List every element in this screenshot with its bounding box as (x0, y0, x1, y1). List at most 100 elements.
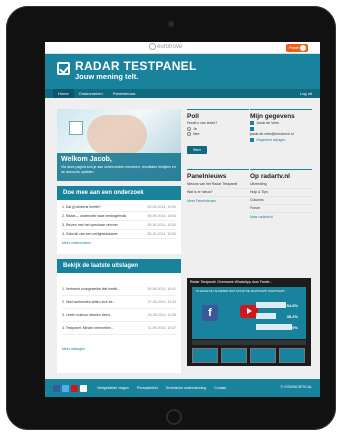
welcome-title: Welkom Jacob, (61, 156, 112, 163)
tablet-frame: eurotrove Panel RADAR TESTPANEL Jouw men… (6, 6, 336, 430)
stat-bar (256, 313, 276, 319)
youtube-icon[interactable] (71, 384, 78, 392)
site-footer: Veelgestelde vragen Privacybeleid Techni… (45, 379, 320, 397)
vote-button[interactable]: Stem (187, 145, 208, 154)
edit-account-label: Gegevens wijzigen (256, 137, 286, 142)
more-research-link[interactable]: Meer onderzoeken (62, 239, 176, 247)
account-email: jacob.de.vries@eurotrove.nl (250, 126, 312, 138)
radartv-item[interactable]: Hulp & Tips (250, 189, 312, 197)
video-player[interactable]: Radar Testpanel: Overname WhatsApp door … (187, 278, 311, 366)
facebook-icon[interactable] (53, 384, 60, 392)
hero-banner: Welkom Jacob, Via deze pagina kun je aan… (57, 109, 181, 181)
research-title: 1. Dat jij winkens heefte? (62, 205, 101, 209)
footer-link[interactable]: Privacybeleid (137, 386, 158, 390)
welcome-text: Via deze pagina kun je aan onderzoeken m… (61, 165, 176, 174)
logo-title[interactable]: RADAR TESTPANEL (75, 59, 197, 73)
list-item[interactable]: 3. Reizen met het openbaar vervoer 05-10-… (62, 221, 176, 230)
poll-option-label: Nee (193, 132, 200, 136)
hand-image (87, 115, 147, 155)
poll-option-label: Ja (193, 126, 197, 131)
video-controls[interactable] (192, 340, 306, 345)
radartv-heading: Op radartv.nl (250, 169, 312, 181)
list-item[interactable]: 4. Testpanel: Minder internetten... 11-05… (62, 322, 176, 335)
radartv-item[interactable]: Columns (250, 197, 312, 205)
facebook-logo-icon: f (202, 305, 218, 321)
news-item[interactable]: Wat is er nieuw? (187, 189, 249, 197)
site-header: RADAR TESTPANEL Jouw mening telt. (45, 54, 320, 89)
list-item[interactable]: 1. Dat jij winkens heefte? 09-09-2014, 10… (62, 203, 176, 212)
account-email-text: jacob.de.vries@eurotrove.nl (250, 132, 294, 136)
copyright: © VISIONCRITICAL (280, 385, 312, 389)
brand: eurotrove (149, 43, 182, 50)
stat-bar (256, 324, 292, 330)
list-item[interactable]: 1. Verbeent voorgestelde titel heeftt...… (62, 283, 176, 296)
lock-icon (250, 137, 254, 142)
panel-dot-icon (300, 45, 306, 51)
more-news-link[interactable]: Meer Panelnieuws (187, 197, 249, 205)
footer-link[interactable]: Contact (214, 386, 226, 390)
result-title: 3. Leven vrahuur stranen deen... (62, 313, 113, 317)
research-date: 08-10-2014, 10:54 (147, 232, 176, 236)
more-results-link[interactable]: Meer uitslagen (62, 345, 176, 353)
screen: eurotrove Panel RADAR TESTPANEL Jouw men… (45, 42, 320, 397)
radartv-link[interactable]: Naar radartv.nl (250, 213, 312, 221)
list-item[interactable]: 3. Leven vrahuur stranen deen... 20-05-20… (62, 309, 176, 322)
radartv-item[interactable]: Uitzending (250, 181, 312, 189)
video-thumbnail[interactable] (250, 348, 276, 363)
radio-icon[interactable] (187, 132, 191, 137)
video-frame[interactable]: IS WAAR NU SLIMMER WAT KOOP DE WHATSAPP … (192, 287, 306, 339)
twitter-icon[interactable] (62, 384, 69, 392)
hero-caption: Welkom Jacob, Via deze pagina kun je aan… (57, 153, 181, 181)
list-item[interactable]: 2. Veel werkenden willen zich be... 27-06… (62, 296, 176, 309)
poll-option-nee[interactable]: Nee (187, 132, 249, 138)
footer-link[interactable]: Technische ondersteuning (166, 386, 207, 390)
home-button[interactable] (166, 409, 182, 425)
nav-item-home[interactable]: Home (53, 89, 74, 98)
stat-value: 54.8% (286, 303, 298, 308)
research-date: 09-09-2014, 10:54 (147, 214, 176, 218)
research-title: 4. Gebruik van een veiligheidsbaner (62, 232, 118, 236)
radartv-item[interactable]: Forum (250, 205, 312, 213)
account-panel: Mijn gegevens Jacob de Vries jacob.de.vr… (250, 109, 312, 143)
edit-account-link[interactable]: Gegevens wijzigen (250, 138, 312, 144)
rss-icon[interactable] (80, 384, 87, 392)
panelnews-panel: Panelnieuws Nieuws van het Radar Testpan… (187, 169, 249, 205)
news-item[interactable]: Nieuws van het Radar Testpanel (187, 181, 249, 189)
result-date: 09-06-2014, 10:41 (147, 287, 176, 291)
results-heading: Bekijk de laatste uitslagen (57, 259, 181, 273)
list-item[interactable]: 4. Gebruik van een veiligheidsbaner 08-10… (62, 230, 176, 239)
stat-value: 39.2% (286, 314, 298, 319)
research-title: 3. Reizen met het openbaar vervoer (62, 223, 118, 227)
result-date: 27-06-2014, 11:03 (147, 300, 176, 304)
result-title: 1. Verbeent voorgestelde titel heeftt... (62, 287, 120, 291)
checkbox-logo-icon (57, 62, 70, 75)
list-item[interactable]: 2. Radar— onderzoek naar mediagebruik 09-… (62, 212, 176, 221)
radio-icon[interactable] (187, 126, 191, 131)
user-icon (250, 121, 254, 126)
top-bar: eurotrove Panel (45, 42, 320, 54)
main-nav: Home Onderzoeken Panelnieuws Log uit (45, 89, 320, 98)
video-thumbnail[interactable] (192, 348, 218, 363)
result-date: 20-05-2014, 11:06 (147, 313, 176, 317)
results-list: 1. Verbeent voorgestelde titel heeftt...… (57, 273, 181, 373)
nav-item-onderzoeken[interactable]: Onderzoeken (74, 89, 108, 98)
radartv-panel: Op radartv.nl Uitzending Hulp & Tips Col… (250, 169, 312, 221)
camera-icon (168, 21, 174, 27)
video-thumbnail[interactable] (279, 348, 305, 363)
logout-link[interactable]: Log uit (300, 89, 312, 98)
account-name-text: Jacob de Vries (256, 121, 280, 125)
footer-link[interactable]: Veelgestelde vragen (97, 386, 129, 390)
video-thumbnail[interactable] (221, 348, 247, 363)
result-title: 2. Veel werkenden willen zich be... (62, 300, 116, 304)
nav-item-panelnieuws[interactable]: Panelnieuws (108, 89, 141, 98)
logo-subtitle: Jouw mening telt. (75, 72, 139, 81)
research-heading: Doe mee aan een onderzoek (57, 186, 181, 200)
mail-icon (250, 126, 254, 131)
panel-button[interactable]: Panel (286, 44, 308, 52)
video-title[interactable]: Radar Testpanel: Overname WhatsApp door … (187, 278, 311, 286)
research-date: 05-10-2014, 10:54 (147, 223, 176, 227)
account-heading: Mijn gegevens (250, 109, 312, 121)
video-headline: IS WAAR NU SLIMMER WAT KOOP DE WHATSAPP … (196, 289, 285, 293)
research-date: 09-09-2014, 10:54 (147, 205, 176, 209)
stat-value: 70% (289, 325, 298, 330)
